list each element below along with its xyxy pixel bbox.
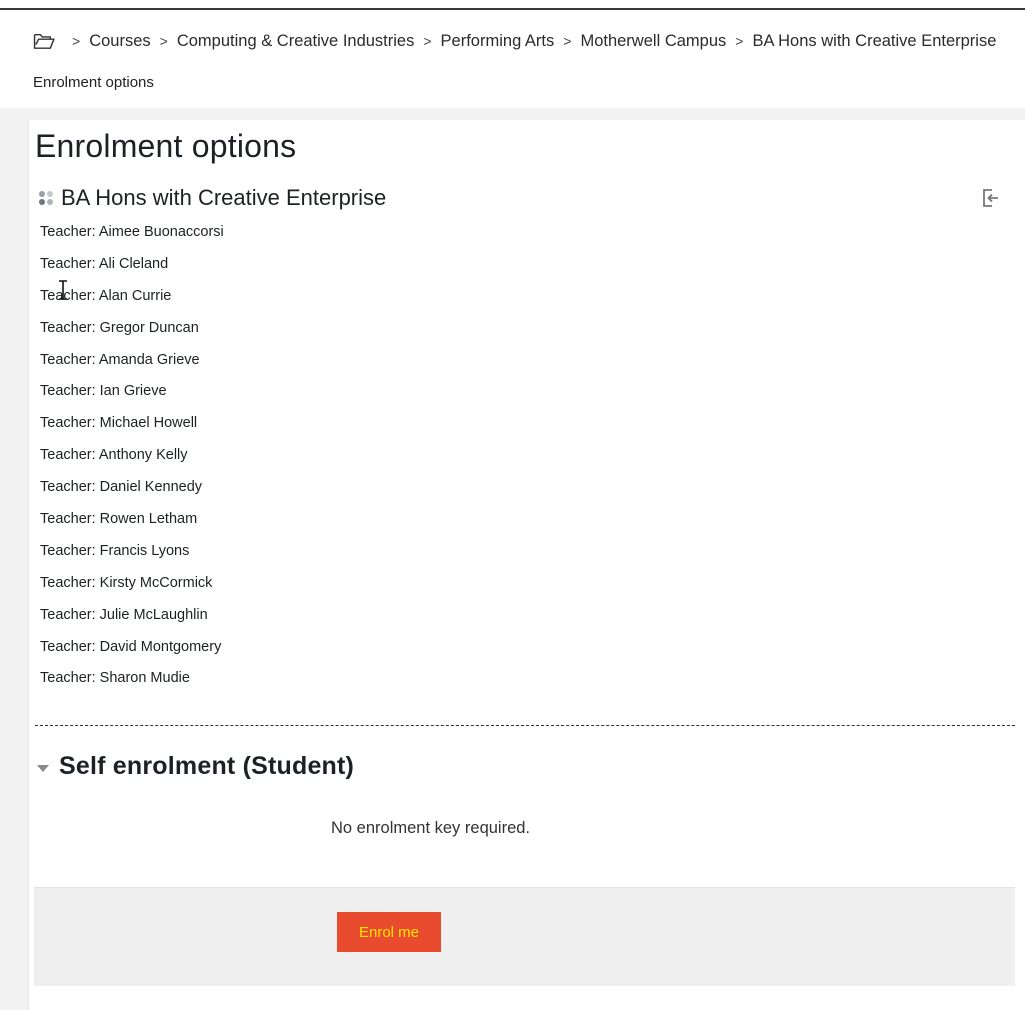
text-cursor-icon bbox=[59, 280, 67, 300]
self-enrolment-header[interactable]: Self enrolment (Student) bbox=[37, 752, 354, 781]
self-enrolment-title: Self enrolment (Student) bbox=[59, 752, 355, 780]
teacher-item: Teacher: Sharon Mudie bbox=[40, 670, 190, 687]
teacher-item: Teacher: Ian Grieve bbox=[40, 383, 167, 400]
teacher-item: Teacher: Anthony Kelly bbox=[40, 447, 188, 464]
breadcrumb-separator: > bbox=[72, 33, 81, 49]
teacher-item: Teacher: Rowen Letham bbox=[40, 511, 198, 528]
folder-icon[interactable] bbox=[33, 32, 55, 50]
teacher-item: Teacher: Michael Howell bbox=[40, 415, 198, 432]
breadcrumb-item-courses[interactable]: Courses bbox=[89, 32, 150, 51]
breadcrumb-separator: > bbox=[563, 33, 572, 49]
section-divider bbox=[35, 725, 1015, 726]
breadcrumb-separator: > bbox=[423, 33, 432, 49]
breadcrumb: > Courses > Computing & Creative Industr… bbox=[33, 28, 1025, 54]
teacher-item: Teacher: Francis Lyons bbox=[40, 542, 190, 559]
breadcrumb-separator: > bbox=[735, 33, 744, 49]
enrolment-key-message: No enrolment key required. bbox=[331, 819, 531, 837]
page-title: Enrolment options bbox=[35, 128, 297, 164]
course-icon bbox=[39, 191, 53, 205]
breadcrumb-item-performing-arts[interactable]: Performing Arts bbox=[441, 32, 555, 51]
enrol-action-area: Enrol me bbox=[34, 887, 1015, 986]
enrol-sign-in-icon[interactable] bbox=[981, 188, 1001, 208]
teacher-item: Teacher: Julie McLaughlin bbox=[40, 606, 208, 623]
teacher-item: Teacher: Aimee Buonaccorsi bbox=[40, 224, 224, 240]
enrolment-card: Enrolment options BA Hons with Creative … bbox=[28, 120, 1025, 1010]
caret-down-icon[interactable] bbox=[37, 764, 49, 772]
enrol-me-button[interactable]: Enrol me bbox=[337, 912, 441, 952]
teacher-item: Teacher: Gregor Duncan bbox=[40, 319, 199, 336]
top-border bbox=[0, 0, 1025, 10]
course-name[interactable]: BA Hons with Creative Enterprise bbox=[61, 185, 386, 211]
breadcrumb-item-course[interactable]: BA Hons with Creative Enterprise bbox=[752, 32, 996, 51]
breadcrumb-separator: > bbox=[159, 33, 168, 49]
page-subtitle: Enrolment options bbox=[33, 74, 154, 91]
teacher-item: Teacher: David Montgomery bbox=[40, 638, 222, 655]
teacher-item: Teacher: Kirsty McCormick bbox=[40, 574, 213, 591]
teacher-item: Teacher: Amanda Grieve bbox=[40, 351, 200, 368]
teacher-item: Teacher: Daniel Kennedy bbox=[40, 479, 203, 496]
page-header: > Courses > Computing & Creative Industr… bbox=[0, 10, 1025, 108]
breadcrumb-item-computing[interactable]: Computing & Creative Industries bbox=[177, 32, 415, 51]
course-header: BA Hons with Creative Enterprise bbox=[37, 184, 1017, 212]
breadcrumb-item-campus[interactable]: Motherwell Campus bbox=[580, 32, 726, 51]
